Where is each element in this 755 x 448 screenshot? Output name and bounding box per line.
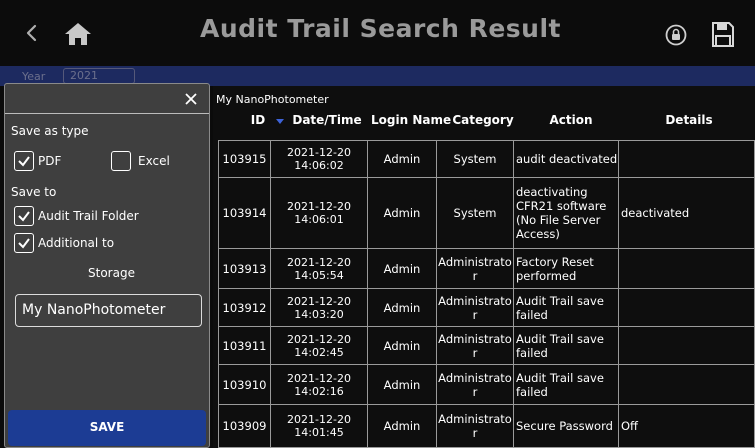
- cell-login: Admin: [367, 140, 437, 178]
- cell-datetime: 2021-12-20 14:03:20: [270, 288, 368, 327]
- table-row[interactable]: 103909 2021-12-20 14:01:45 Admin Adminis…: [218, 404, 755, 448]
- storage-label: Storage: [88, 266, 135, 280]
- cell-date: 2021-12-20: [287, 294, 351, 308]
- table-row[interactable]: 103912 2021-12-20 14:03:20 Admin Adminis…: [218, 288, 755, 327]
- cell-date: 2021-12-20: [287, 200, 351, 213]
- cell-time: 14:05:54: [294, 268, 344, 282]
- lock-icon[interactable]: [665, 24, 687, 46]
- cell-id: 103914: [218, 177, 271, 249]
- results-table-area: My NanoPhotometer ID Date/Time Login Nam…: [213, 86, 755, 448]
- pdf-checkbox[interactable]: [14, 151, 34, 171]
- table-row[interactable]: 103911 2021-12-20 14:02:45 Admin Adminis…: [218, 326, 755, 365]
- cell-details: [618, 288, 755, 327]
- cell-time: 14:06:02: [294, 159, 344, 172]
- cell-details: [618, 364, 755, 405]
- cell-action: Secure Password: [513, 404, 619, 448]
- cell-category: Administrator: [436, 288, 514, 327]
- cell-id: 103912: [218, 288, 271, 327]
- col-action[interactable]: Action: [546, 113, 596, 127]
- cell-login: Admin: [367, 177, 437, 249]
- home-icon[interactable]: [63, 21, 93, 47]
- cell-id: 103913: [218, 248, 271, 289]
- cell-action: Audit Trail save failed: [513, 364, 619, 405]
- table-header: ID Date/Time Login Name Category Action …: [218, 113, 755, 133]
- cell-details: [618, 248, 755, 289]
- excel-label: Excel: [138, 154, 170, 168]
- audit-folder-label: Audit Trail Folder: [38, 209, 139, 223]
- cell-time: 14:01:45: [294, 426, 344, 439]
- cell-datetime: 2021-12-20 14:05:54: [270, 248, 368, 289]
- table-row[interactable]: 103915 2021-12-20 14:06:02 Admin System …: [218, 140, 755, 178]
- cell-datetime: 2021-12-20 14:06:01: [270, 177, 368, 249]
- cell-time: 14:06:01: [294, 213, 344, 226]
- col-details[interactable]: Details: [664, 113, 714, 127]
- cell-category: System: [436, 177, 514, 249]
- cell-time: 14:02:16: [294, 384, 344, 398]
- top-bar: Audit Trail Search Result: [0, 0, 755, 66]
- cell-action: Audit Trail save failed: [513, 326, 619, 365]
- save-disk-icon[interactable]: [711, 21, 735, 48]
- cell-login: Admin: [367, 364, 437, 405]
- table-row[interactable]: 103910 2021-12-20 14:02:16 Admin Adminis…: [218, 364, 755, 405]
- filename-value: My NanoPhotometer: [22, 302, 166, 318]
- pdf-label: PDF: [38, 154, 62, 168]
- cell-action: deactivating CFR21 software (No File Ser…: [513, 177, 619, 249]
- year-select[interactable]: 2021: [63, 68, 135, 84]
- excel-checkbox[interactable]: [111, 151, 131, 171]
- cell-details: Off: [618, 404, 755, 448]
- cell-action: Audit Trail save failed: [513, 288, 619, 327]
- cell-date: 2021-12-20: [287, 146, 351, 159]
- cell-date: 2021-12-20: [287, 255, 351, 269]
- cell-login: Admin: [367, 248, 437, 289]
- cell-action: Factory Reset performed: [513, 248, 619, 289]
- page-title: Audit Trail Search Result: [200, 14, 561, 43]
- sort-desc-icon[interactable]: [276, 119, 284, 125]
- cell-details: [618, 326, 755, 365]
- col-id[interactable]: ID: [243, 113, 273, 127]
- additional-label: Additional to: [38, 236, 115, 250]
- cell-category: Administrator: [436, 364, 514, 405]
- save-panel: Save as type PDF Excel Save to Audit Tra…: [4, 83, 210, 448]
- close-icon[interactable]: [181, 89, 201, 109]
- table-title: My NanoPhotometer: [216, 93, 329, 106]
- year-label: Year: [22, 70, 46, 83]
- cell-action: audit deactivated: [513, 140, 619, 178]
- cell-details: deactivated: [618, 177, 755, 249]
- cell-date: 2021-12-20: [287, 332, 351, 346]
- save-button[interactable]: SAVE: [8, 410, 206, 446]
- audit-folder-checkbox[interactable]: [14, 206, 34, 226]
- cell-details: [618, 140, 755, 178]
- cell-time: 14:02:45: [294, 345, 344, 359]
- cell-id: 103910: [218, 364, 271, 405]
- save-to-label: Save to: [11, 185, 57, 199]
- cell-category: Administrator: [436, 404, 514, 448]
- filename-input[interactable]: My NanoPhotometer: [15, 294, 202, 327]
- cell-login: Admin: [367, 288, 437, 327]
- table-row[interactable]: 103913 2021-12-20 14:05:54 Admin Adminis…: [218, 248, 755, 289]
- cell-id: 103909: [218, 404, 271, 448]
- cell-datetime: 2021-12-20 14:01:45: [270, 404, 368, 448]
- cell-id: 103911: [218, 326, 271, 365]
- additional-checkbox[interactable]: [14, 233, 34, 253]
- col-login[interactable]: Login Name: [371, 113, 451, 127]
- cell-datetime: 2021-12-20 14:02:45: [270, 326, 368, 365]
- cell-datetime: 2021-12-20 14:06:02: [270, 140, 368, 178]
- divider: [5, 113, 209, 114]
- cell-category: Administrator: [436, 248, 514, 289]
- col-category[interactable]: Category: [450, 113, 516, 127]
- cell-datetime: 2021-12-20 14:02:16: [270, 364, 368, 405]
- cell-login: Admin: [367, 326, 437, 365]
- cell-login: Admin: [367, 404, 437, 448]
- year-value: 2021: [70, 69, 98, 82]
- chevron-left-icon[interactable]: [20, 19, 44, 47]
- save-as-type-label: Save as type: [11, 124, 89, 138]
- cell-id: 103915: [218, 140, 271, 178]
- cell-date: 2021-12-20: [287, 413, 351, 426]
- cell-time: 14:03:20: [294, 307, 344, 321]
- cell-category: System: [436, 140, 514, 178]
- col-datetime[interactable]: Date/Time: [292, 113, 362, 127]
- cell-category: Administrator: [436, 326, 514, 365]
- cell-date: 2021-12-20: [287, 371, 351, 385]
- table-row[interactable]: 103914 2021-12-20 14:06:01 Admin System …: [218, 177, 755, 249]
